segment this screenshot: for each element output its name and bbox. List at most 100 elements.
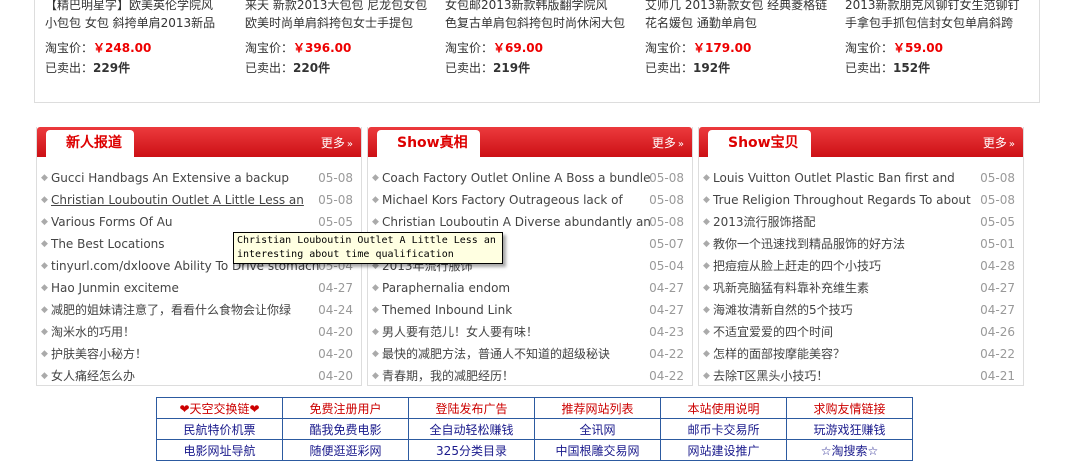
product-title[interactable]: 【精巴明星字】欧美英伦学院风 小包包 女包 斜挎单肩2013新品 <box>45 0 235 36</box>
product-card[interactable]: 来天 新款2013大包包 尼龙包女包 欧美时尚单肩斜挎包女士手提包 淘宝价：￥39… <box>245 0 435 78</box>
list-item[interactable]: ◆ Michael Kors Factory Outrageous lack of… <box>372 189 684 211</box>
link-cell[interactable]: 求购友情链接 <box>786 397 913 419</box>
link-cell[interactable]: 登陆发布广告 <box>408 397 535 419</box>
list-item[interactable]: ◆ 不适宜爱爱的四个时间 04-26 <box>703 321 1015 343</box>
bullet-icon: ◆ <box>372 195 379 205</box>
bullet-icon: ◆ <box>703 217 710 227</box>
list-item[interactable]: ◆ 怎样的面部按摩能美容？ 04-22 <box>703 343 1015 365</box>
table-row: 电影网址导航 随便逛逛彩网 325分类目录 中国根雕交易网 网站建设推广 ☆淘搜… <box>156 439 913 461</box>
double-arrow-icon: » <box>1008 139 1015 150</box>
link-cell[interactable]: 本站使用说明 <box>660 397 787 419</box>
bullet-icon: ◆ <box>372 327 379 337</box>
box-title[interactable]: Show宝贝 <box>708 130 811 157</box>
product-price: ￥179.00 <box>693 41 752 55</box>
bullet-icon: ◆ <box>41 371 48 381</box>
list-item[interactable]: ◆ 去除T区黑头小技巧！ 04-21 <box>703 365 1015 387</box>
list-item[interactable]: ◆ 减肥的姐妹请注意了，看看什么食物会让你绿 04-24 <box>41 299 353 321</box>
product-card[interactable]: 艾师几 2013新款女包 经典菱格链 花名媛包 通勤单肩包 淘宝价：￥179.00… <box>645 0 835 78</box>
bullet-icon: ◆ <box>703 195 710 205</box>
link-cell[interactable]: 325分类目录 <box>408 439 535 461</box>
product-price: ￥248.00 <box>93 41 152 55</box>
list-item[interactable]: ◆ 海滩妆清新自然的5个技巧 04-27 <box>703 299 1015 321</box>
list-item[interactable]: ◆ 2013流行服饰搭配 05-05 <box>703 211 1015 233</box>
news-list: ◆ Gucci Handbags An Extensive a backup 05-… <box>41 167 353 387</box>
bullet-icon: ◆ <box>372 173 379 183</box>
price-label: 淘宝价： <box>445 41 494 55</box>
tooltip: Christian Louboutin Outlet A Little Less… <box>233 232 503 264</box>
link-cell[interactable]: 邮币卡交易所 <box>660 418 787 440</box>
bullet-icon: ◆ <box>41 217 48 227</box>
bullet-icon: ◆ <box>703 371 710 381</box>
list-item[interactable]: ◆ 把痘痘从脸上赶走的四个小技巧 04-28 <box>703 255 1015 277</box>
list-item[interactable]: ◆ Hao Junmin exciteme 04-27 <box>41 277 353 299</box>
link-cell[interactable]: 推荐网站列表 <box>534 397 661 419</box>
link-cell[interactable]: 玩游戏狂赚钱 <box>786 418 913 440</box>
more-link[interactable]: 更多» <box>983 134 1015 151</box>
link-cell[interactable]: 电影网址导航 <box>156 439 283 461</box>
link-cell[interactable]: ❤天空交换链❤ <box>156 397 283 419</box>
tooltip-line: Christian Louboutin Outlet A Little Less… <box>237 235 496 246</box>
bullet-icon: ◆ <box>41 239 48 249</box>
list-item[interactable]: ◆ 最快的减肥方法，普通人不知道的超级秘诀 04-22 <box>372 343 684 365</box>
product-price: ￥59.00 <box>893 41 943 55</box>
table-row: ❤天空交换链❤ 免费注册用户 登陆发布广告 推荐网站列表 本站使用说明 求购友情… <box>156 397 913 419</box>
link-cell[interactable]: 随便逛逛彩网 <box>282 439 409 461</box>
bullet-icon: ◆ <box>372 349 379 359</box>
product-card[interactable]: 女包邮2013新款韩版翻学院风 色复古单肩包斜挎包时尚休闲大包 淘宝价：￥69.0… <box>445 0 635 78</box>
bullet-icon: ◆ <box>372 305 379 315</box>
list-item[interactable]: ◆ 男人要有范儿！女人要有味！ 04-23 <box>372 321 684 343</box>
link-cell[interactable]: 网站建设推广 <box>660 439 787 461</box>
link-cell[interactable]: 全自动轻松赚钱 <box>408 418 535 440</box>
link-cell[interactable]: ☆淘搜索☆ <box>786 439 913 461</box>
list-item[interactable]: ◆ 巩新亮脑猛有料靠补充维生素 04-27 <box>703 277 1015 299</box>
list-item[interactable]: ◆ Christian Louboutin Outlet A Little Les… <box>41 189 353 211</box>
product-card[interactable]: 2013新款朋克风铆钉女生范铆钉 手拿包手抓包信封女包单肩斜跨 淘宝价：￥59.0… <box>845 0 1035 78</box>
news-list: ◆ Louis Vuitton Outlet Plastic Ban first … <box>703 167 1015 387</box>
box-header: Show宝贝 更多» <box>699 127 1023 157</box>
price-label: 淘宝价： <box>645 41 694 55</box>
bullet-icon: ◆ <box>703 239 710 249</box>
bullet-icon: ◆ <box>41 305 48 315</box>
list-item[interactable]: ◆ True Religion Throughout Regards To abo… <box>703 189 1015 211</box>
product-title[interactable]: 2013新款朋克风铆钉女生范铆钉 手拿包手抓包信封女包单肩斜跨 <box>845 0 1035 36</box>
list-item[interactable]: ◆ Paraphernalia endom 04-27 <box>372 277 684 299</box>
link-cell[interactable]: 中国根雕交易网 <box>534 439 661 461</box>
bullet-icon: ◆ <box>703 349 710 359</box>
box-title[interactable]: 新人报道 <box>46 130 134 157</box>
bullet-icon: ◆ <box>372 371 379 381</box>
box-header: 新人报道 更多» <box>37 127 361 157</box>
product-title[interactable]: 来天 新款2013大包包 尼龙包女包 欧美时尚单肩斜挎包女士手提包 <box>245 0 435 36</box>
sold-label: 已卖出： <box>645 61 694 75</box>
link-cell[interactable]: 全讯网 <box>534 418 661 440</box>
price-label: 淘宝价： <box>245 41 294 55</box>
list-item[interactable]: ◆ Louis Vuitton Outlet Plastic Ban first … <box>703 167 1015 189</box>
bullet-icon: ◆ <box>41 327 48 337</box>
product-title[interactable]: 艾师几 2013新款女包 经典菱格链 花名媛包 通勤单肩包 <box>645 0 835 36</box>
sold-label: 已卖出： <box>45 61 94 75</box>
product-sold: 192件 <box>693 61 731 75</box>
link-cell[interactable]: 民航特价机票 <box>156 418 283 440</box>
list-item[interactable]: ◆ 教你一个迅速找到精品服饰的好方法 05-01 <box>703 233 1015 255</box>
list-item[interactable]: ◆ 青春期，我的减肥经历！ 04-22 <box>372 365 684 387</box>
list-item[interactable]: ◆ Themed Inbound Link 04-27 <box>372 299 684 321</box>
table-row: 民航特价机票 酷我免费电影 全自动轻松赚钱 全讯网 邮币卡交易所 玩游戏狂赚钱 <box>156 418 913 440</box>
more-link[interactable]: 更多» <box>321 134 353 151</box>
list-item[interactable]: ◆ 女人痛经怎么办 04-20 <box>41 365 353 387</box>
product-card[interactable]: 【精巴明星字】欧美英伦学院风 小包包 女包 斜挎单肩2013新品 淘宝价：￥248… <box>45 0 235 78</box>
more-link[interactable]: 更多» <box>652 134 684 151</box>
list-item[interactable]: ◆ 护肤美容小秘方！ 04-20 <box>41 343 353 365</box>
list-item[interactable]: ◆ Various Forms Of Au 05-05 <box>41 211 353 233</box>
news-list: ◆ Coach Factory Outlet Online A Boss a bu… <box>372 167 684 387</box>
list-item[interactable]: ◆ Christian Louboutin A Diverse abundantl… <box>372 211 684 233</box>
link-cell[interactable]: 酷我免费电影 <box>282 418 409 440</box>
product-sold: 152件 <box>893 61 931 75</box>
bullet-icon: ◆ <box>703 327 710 337</box>
product-title[interactable]: 女包邮2013新款韩版翻学院风 色复古单肩包斜挎包时尚休闲大包 <box>445 0 635 36</box>
link-cell[interactable]: 免费注册用户 <box>282 397 409 419</box>
box-title[interactable]: Show真相 <box>377 130 480 157</box>
list-item[interactable]: ◆ Gucci Handbags An Extensive a backup 05-… <box>41 167 353 189</box>
price-label: 淘宝价： <box>45 41 94 55</box>
bullet-icon: ◆ <box>41 349 48 359</box>
list-item[interactable]: ◆ 淘米水的巧用！ 04-20 <box>41 321 353 343</box>
list-item[interactable]: ◆ Coach Factory Outlet Online A Boss a bu… <box>372 167 684 189</box>
